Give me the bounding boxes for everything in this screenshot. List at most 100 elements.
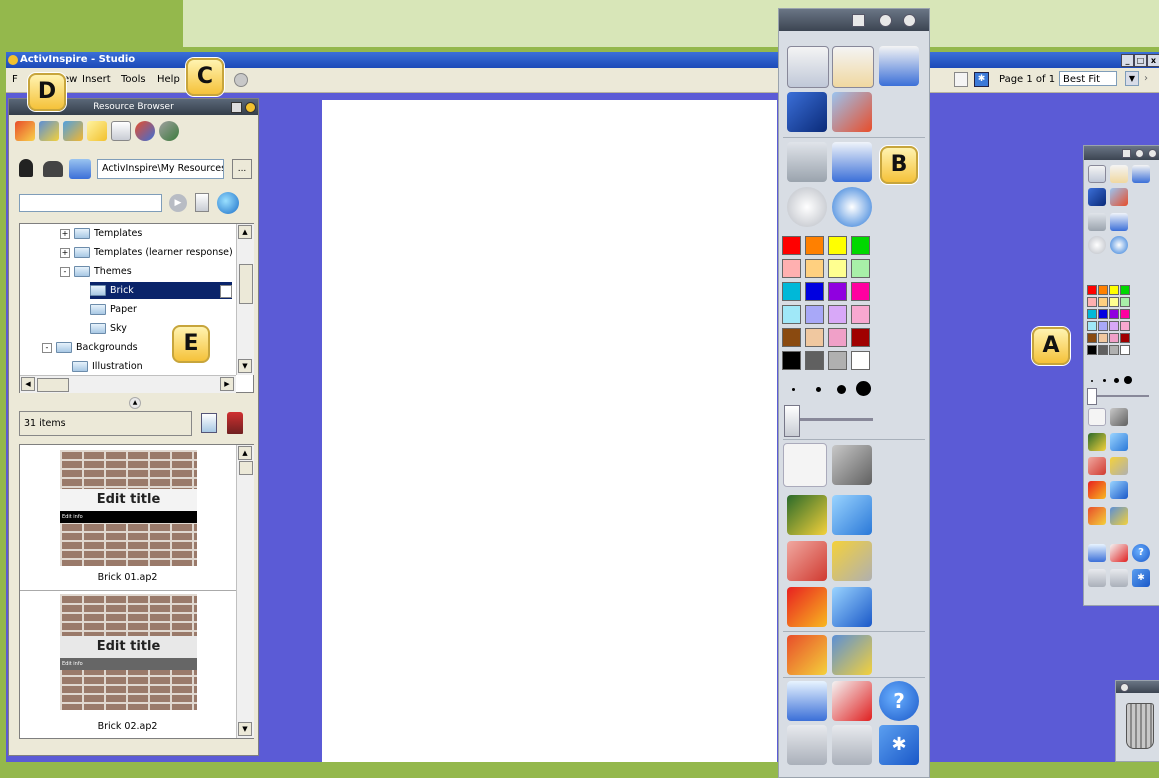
splitter-collapse-icon[interactable]: ▲ xyxy=(129,397,141,409)
color-swatch[interactable] xyxy=(1087,309,1097,319)
thumbnails-scrollbar[interactable]: ▲ ▼ xyxy=(236,445,254,738)
color-swatch[interactable] xyxy=(782,351,801,370)
dual-user-icon[interactable]: ✱ xyxy=(974,72,989,87)
tree-horizontal-scrollbar[interactable]: ◀ ▶ xyxy=(20,375,236,393)
color-swatch[interactable] xyxy=(782,236,801,255)
toolbar-overflow-icon[interactable]: › xyxy=(1144,73,1148,84)
notes-browser-icon[interactable] xyxy=(87,121,107,141)
color-swatch[interactable] xyxy=(1098,321,1108,331)
my-resources-user-icon[interactable] xyxy=(19,159,33,177)
pen-width-slider[interactable] xyxy=(789,418,873,421)
slider-handle[interactable] xyxy=(784,405,800,437)
pen-size-4[interactable] xyxy=(1124,376,1132,384)
color-swatch[interactable] xyxy=(805,282,824,301)
close-button[interactable]: x xyxy=(1147,54,1159,67)
color-swatch[interactable] xyxy=(828,259,847,278)
tools-hammer-icon[interactable] xyxy=(1110,408,1128,426)
resource-library-icon[interactable] xyxy=(1110,507,1128,525)
color-swatch[interactable] xyxy=(1098,285,1108,295)
color-swatch[interactable] xyxy=(805,328,824,347)
color-swatch[interactable] xyxy=(851,236,870,255)
view-details-icon[interactable] xyxy=(201,413,217,433)
scroll-down-icon[interactable]: ▼ xyxy=(238,359,252,373)
trash-close-icon[interactable] xyxy=(1120,683,1129,692)
reset-page-icon[interactable] xyxy=(832,681,872,721)
color-swatch[interactable] xyxy=(1120,321,1130,331)
tree-item-illustration[interactable]: Illustration xyxy=(72,358,143,375)
folder-options-icon[interactable] xyxy=(220,285,232,298)
toolbox-pin-icon[interactable] xyxy=(852,14,865,27)
highlighter-icon[interactable] xyxy=(832,495,872,535)
screen-capture-icon[interactable] xyxy=(832,92,872,132)
color-swatch[interactable] xyxy=(851,351,870,370)
scroll-right-icon[interactable]: ▶ xyxy=(220,377,234,391)
eraser-icon[interactable] xyxy=(1088,457,1106,475)
highlighter-icon[interactable] xyxy=(1110,433,1128,451)
resource-item[interactable]: Edit title Edit info Brick 01.ap2 xyxy=(20,445,236,589)
menu-help[interactable]: Help xyxy=(157,74,180,85)
hscroll-thumb[interactable] xyxy=(37,378,69,392)
color-swatch[interactable] xyxy=(1109,321,1119,331)
color-swatch[interactable] xyxy=(851,259,870,278)
search-options-icon[interactable] xyxy=(195,193,209,212)
designer-mode-icon[interactable] xyxy=(1132,165,1150,183)
profile-icon[interactable] xyxy=(832,46,874,88)
color-swatch[interactable] xyxy=(782,259,801,278)
shared-resources-users-icon[interactable] xyxy=(43,161,63,177)
previous-page-icon[interactable] xyxy=(787,142,827,182)
menu-insert[interactable]: Insert xyxy=(82,74,111,85)
action-browser-icon[interactable] xyxy=(135,121,155,141)
fill-bucket-icon[interactable] xyxy=(1110,457,1128,475)
color-swatch[interactable] xyxy=(1120,345,1130,355)
trash-can-icon[interactable] xyxy=(1126,703,1154,749)
tree-item-brick[interactable]: Brick xyxy=(90,282,232,299)
scroll-thumb[interactable] xyxy=(239,461,253,475)
computer-resources-icon[interactable] xyxy=(69,159,91,179)
zoom-select[interactable]: Best Fit xyxy=(1059,71,1117,86)
page-browser-icon[interactable] xyxy=(1088,507,1106,525)
pin-icon[interactable] xyxy=(231,102,242,113)
color-swatch[interactable] xyxy=(851,328,870,347)
color-swatch[interactable] xyxy=(1098,297,1108,307)
main-menu-icon[interactable] xyxy=(1088,165,1106,183)
dual-user-mode-icon[interactable]: ✱ xyxy=(879,725,919,765)
reset-page-icon[interactable] xyxy=(1110,544,1128,562)
object-browser-icon[interactable] xyxy=(63,121,83,141)
resource-library-icon[interactable] xyxy=(832,635,872,675)
color-swatch[interactable] xyxy=(782,305,801,324)
color-swatch[interactable] xyxy=(828,236,847,255)
color-swatch[interactable] xyxy=(1098,333,1108,343)
tree-item-backgrounds[interactable]: - Backgrounds xyxy=(42,339,138,356)
color-swatch[interactable] xyxy=(1120,309,1130,319)
screen-capture-icon[interactable] xyxy=(1110,188,1128,206)
pen-signature-icon[interactable] xyxy=(787,92,827,132)
color-swatch[interactable] xyxy=(1109,345,1119,355)
color-swatch[interactable] xyxy=(782,328,801,347)
play-icon[interactable] xyxy=(1088,236,1106,254)
page-browser-icon[interactable] xyxy=(15,121,35,141)
pen-signature-icon[interactable] xyxy=(1088,188,1106,206)
color-swatch[interactable] xyxy=(1098,345,1108,355)
color-swatch[interactable] xyxy=(851,282,870,301)
page-notes-icon[interactable] xyxy=(954,72,968,87)
help-icon[interactable]: ? xyxy=(1132,544,1150,562)
eraser-icon[interactable] xyxy=(787,541,827,581)
color-swatch[interactable] xyxy=(1109,285,1119,295)
color-swatch[interactable] xyxy=(1087,345,1097,355)
pen-size-2[interactable] xyxy=(1103,379,1106,382)
select-arrow-icon[interactable] xyxy=(1088,408,1106,426)
tree-expander-icon[interactable]: + xyxy=(60,228,70,239)
select-arrow-icon[interactable] xyxy=(783,443,827,487)
scroll-down-icon[interactable]: ▼ xyxy=(238,722,252,736)
color-swatch[interactable] xyxy=(805,236,824,255)
web-browser-icon[interactable] xyxy=(1110,236,1128,254)
slider-handle[interactable] xyxy=(1087,388,1097,405)
color-swatch[interactable] xyxy=(828,351,847,370)
magnifier-search-icon[interactable] xyxy=(217,192,239,214)
pen-size-3[interactable] xyxy=(1114,378,1119,383)
color-swatch[interactable] xyxy=(828,328,847,347)
resource-thumbnail[interactable]: Edit title Edit info xyxy=(60,594,197,710)
shape-icon[interactable] xyxy=(1088,481,1106,499)
undo-icon[interactable] xyxy=(787,725,827,765)
color-swatch[interactable] xyxy=(1120,333,1130,343)
